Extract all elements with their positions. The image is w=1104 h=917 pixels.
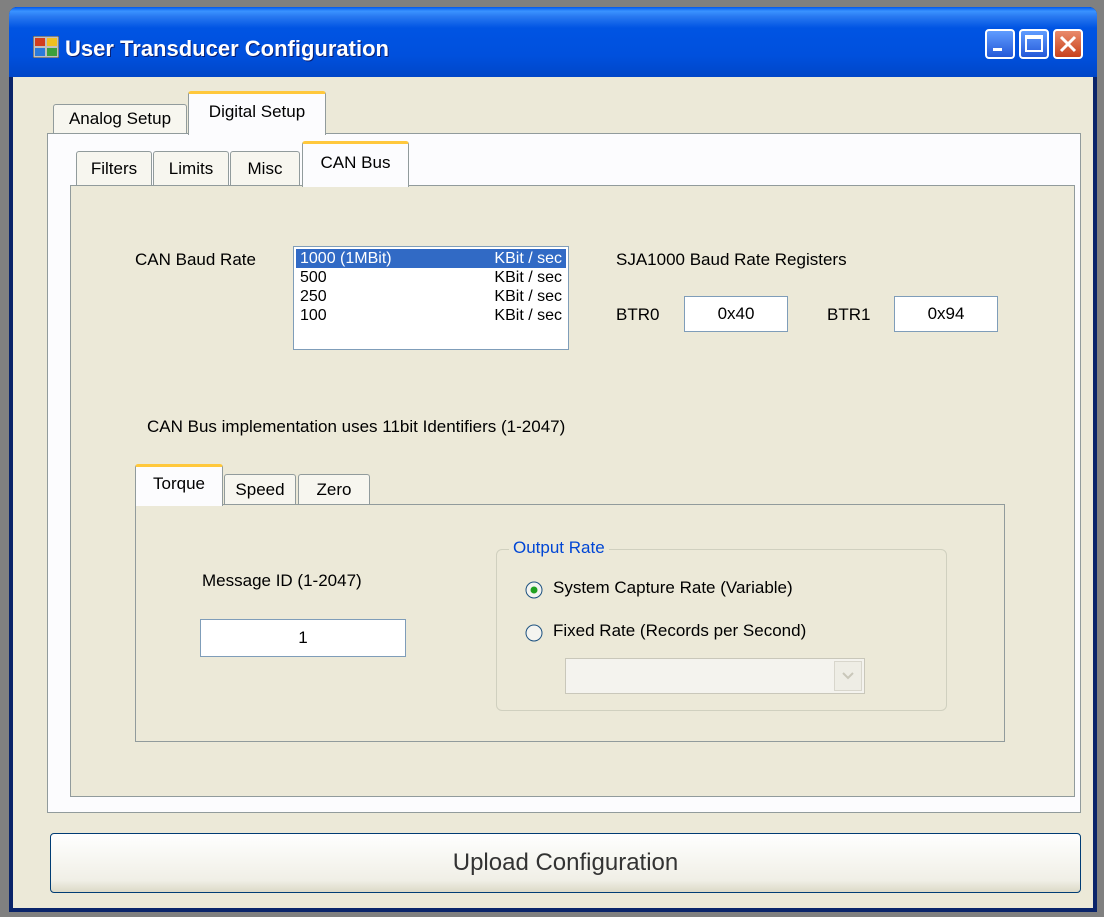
tab-digital-setup[interactable]: Digital Setup	[188, 91, 326, 135]
radio-unchecked-icon	[525, 624, 543, 642]
dropdown-arrow-button[interactable]	[834, 661, 862, 691]
btr0-label: BTR0	[616, 305, 660, 324]
maximize-button[interactable]	[1019, 29, 1049, 59]
radio-fixed-label: Fixed Rate (Records per Second)	[553, 621, 807, 640]
radio-fixed-rate[interactable]: Fixed Rate (Records per Second)	[525, 621, 875, 647]
close-icon	[1059, 35, 1077, 53]
maximize-icon	[1025, 35, 1043, 52]
baud-rate-listbox[interactable]: 1000 (1MBit) KBit / sec 500 KBit / sec 2…	[293, 246, 569, 350]
output-rate-title: Output Rate	[509, 538, 609, 558]
window-title: User Transducer Configuration	[65, 36, 389, 61]
baud-option-500[interactable]: 500 KBit / sec	[296, 268, 566, 287]
fixed-rate-dropdown[interactable]	[565, 658, 865, 694]
baud-option-100[interactable]: 100 KBit / sec	[296, 306, 566, 325]
can-implementation-note: CAN Bus implementation uses 11bit Identi…	[147, 417, 566, 436]
btr1-label: BTR1	[827, 305, 871, 324]
radio-checked-icon	[525, 581, 543, 599]
btr1-field[interactable]: 0x94	[894, 296, 998, 332]
baud-option-1000[interactable]: 1000 (1MBit) KBit / sec	[296, 249, 566, 268]
can-baud-rate-label: CAN Baud Rate	[135, 250, 256, 269]
baud-option-250[interactable]: 250 KBit / sec	[296, 287, 566, 306]
radio-system-capture-rate[interactable]: System Capture Rate (Variable)	[525, 578, 875, 604]
app-window: User Transducer Configuration Analog Set…	[9, 7, 1097, 912]
tab-can-bus[interactable]: CAN Bus	[302, 141, 409, 187]
window-client-area: Analog Setup Digital Setup Filters Limit…	[13, 77, 1093, 908]
btr0-field[interactable]: 0x40	[684, 296, 788, 332]
radio-system-label: System Capture Rate (Variable)	[553, 578, 793, 597]
message-id-label: Message ID (1-2047)	[202, 571, 362, 590]
app-icon	[33, 36, 59, 58]
can-bus-panel: CAN Baud Rate 1000 (1MBit) KBit / sec 50…	[70, 185, 1075, 797]
message-id-field[interactable]: 1	[200, 619, 406, 657]
minimize-button[interactable]	[985, 29, 1015, 59]
upload-configuration-button[interactable]: Upload Configuration	[50, 833, 1081, 893]
tab-torque[interactable]: Torque	[135, 464, 223, 506]
tab-zero[interactable]: Zero	[298, 474, 370, 504]
sja1000-registers-label: SJA1000 Baud Rate Registers	[616, 250, 847, 269]
tab-speed[interactable]: Speed	[224, 474, 296, 504]
chevron-down-icon	[842, 672, 854, 680]
close-button[interactable]	[1053, 29, 1083, 59]
output-rate-group: Output Rate System Capture Rate (Variabl…	[496, 538, 947, 711]
torque-panel: Message ID (1-2047) 1 Output Rate System…	[135, 504, 1005, 742]
tab-analog-setup[interactable]: Analog Setup	[53, 104, 187, 134]
title-bar[interactable]: User Transducer Configuration	[9, 7, 1097, 77]
tab-limits[interactable]: Limits	[153, 151, 229, 185]
minimize-icon	[993, 48, 1002, 51]
tab-filters[interactable]: Filters	[76, 151, 152, 185]
tab-misc[interactable]: Misc	[230, 151, 300, 185]
